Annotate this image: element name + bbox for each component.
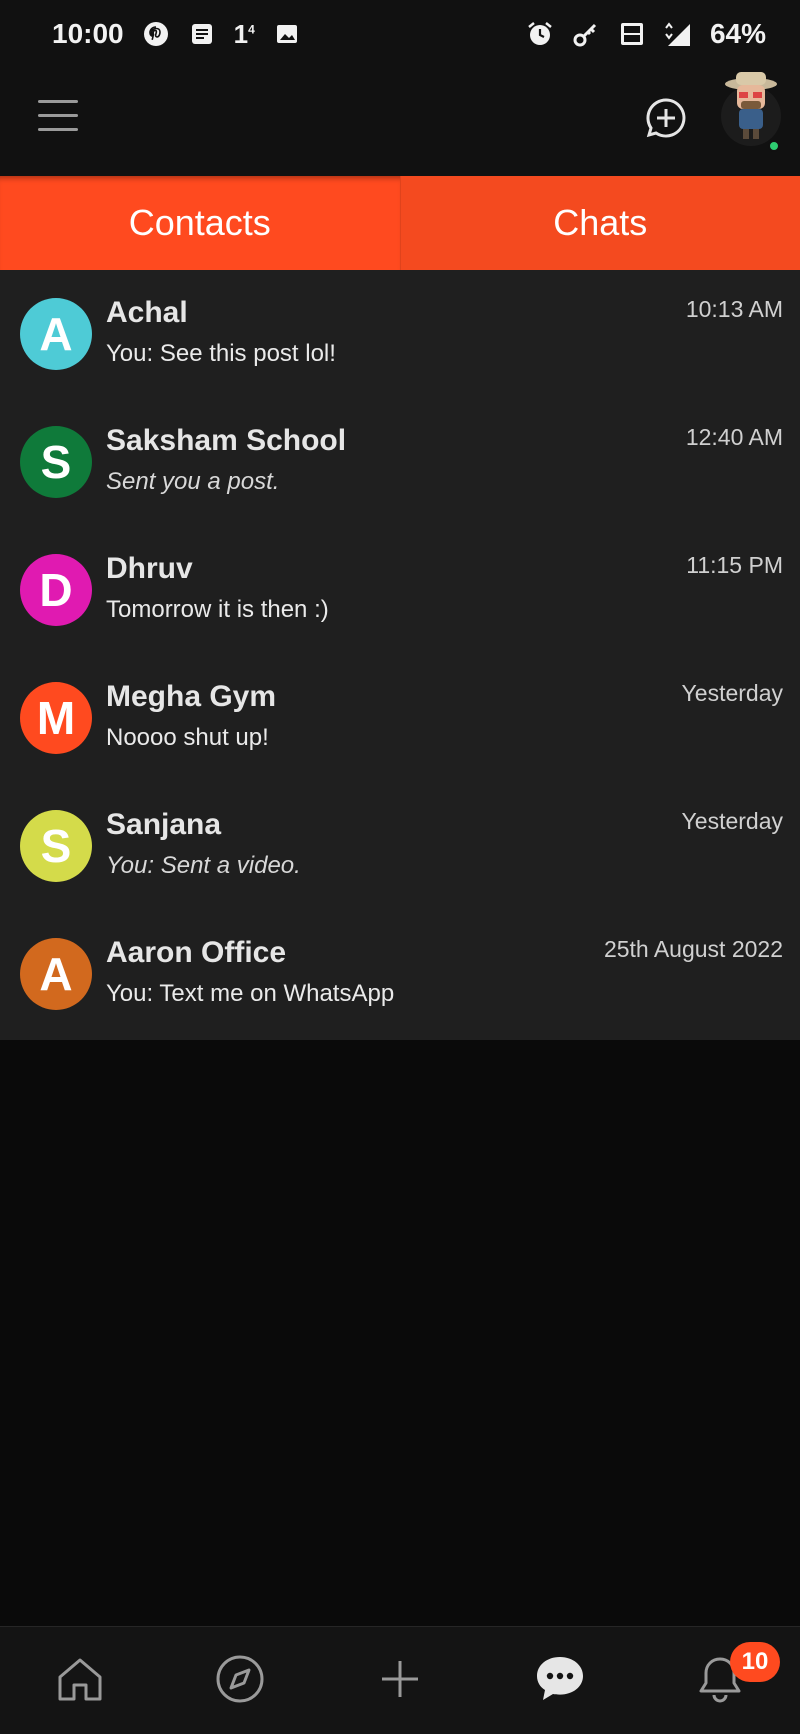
- chat-list: A Achal You: See this post lol! 10:13 AM…: [0, 270, 800, 1040]
- contact-name: Aaron Office: [106, 936, 287, 969]
- contact-name: Saksham School: [106, 424, 347, 457]
- online-status-dot: [768, 140, 780, 152]
- contact-avatar: D: [20, 554, 92, 626]
- plus-icon: [382, 1661, 418, 1697]
- chat-item-aaron-office[interactable]: A Aaron Office You: Text me on WhatsApp …: [0, 910, 800, 1038]
- chat-item-sanjana[interactable]: S Sanjana You: Sent a video. Yesterday: [0, 782, 800, 910]
- chat-item-saksham-school[interactable]: S Saksham School Sent you a post. 12:40 …: [0, 398, 800, 526]
- message-time: 25th August 2022: [603, 936, 783, 962]
- message-preview: Noooo shut up!: [106, 724, 269, 751]
- contact-avatar: A: [20, 938, 92, 1010]
- message-preview: You: See this post lol!: [106, 340, 336, 367]
- status-right: 64%: [526, 18, 766, 50]
- tab-contacts[interactable]: Contacts: [0, 176, 401, 270]
- chat-item-achal[interactable]: A Achal You: See this post lol! 10:13 AM: [0, 270, 800, 398]
- message-time: 12:40 AM: [685, 424, 783, 450]
- message-preview: You: Text me on WhatsApp: [106, 980, 395, 1007]
- message-preview: Sent you a post.: [106, 468, 280, 495]
- nav-explore[interactable]: [208, 1647, 272, 1711]
- tab-chats[interactable]: Chats: [400, 176, 800, 270]
- message-time: 10:13 AM: [685, 296, 783, 322]
- status-bar: 10:00 14 64%: [0, 0, 800, 68]
- notification-badge: 10: [730, 1642, 780, 1682]
- bottom-navigation: [0, 1626, 800, 1734]
- signal-icon: [664, 20, 692, 48]
- nav-home[interactable]: [48, 1647, 112, 1711]
- contact-avatar: A: [20, 298, 92, 370]
- compass-icon: [216, 1655, 264, 1703]
- battery-percentage: 64%: [709, 18, 766, 49]
- note-icon: [188, 20, 216, 48]
- tab-bar: Contacts Chats: [0, 176, 800, 270]
- nav-create[interactable]: [368, 1647, 432, 1711]
- contact-avatar: M: [20, 682, 92, 754]
- image-icon: [273, 20, 301, 48]
- status-time: 10:00: [52, 18, 124, 49]
- message-preview: You: Sent a video.: [106, 852, 301, 879]
- status-indicator-sup: 4: [248, 21, 255, 36]
- status-indicator-main: 1: [233, 18, 249, 49]
- pinterest-icon: [142, 20, 170, 48]
- status-indicator-text: 14: [234, 19, 255, 50]
- key-icon: [572, 20, 600, 48]
- contact-avatar: S: [20, 810, 92, 882]
- chat-item-megha-gym[interactable]: M Megha Gym Noooo shut up! Yesterday: [0, 654, 800, 782]
- plus-chat-bubble-icon: [646, 98, 686, 138]
- message-preview: Tomorrow it is then :): [106, 596, 329, 623]
- contact-name: Dhruv: [106, 552, 193, 585]
- contact-name: Achal: [106, 296, 188, 329]
- contact-name: Sanjana: [106, 808, 222, 841]
- hamburger-menu-icon[interactable]: [38, 100, 78, 136]
- alarm-icon: [526, 20, 554, 48]
- message-time: 11:15 PM: [686, 552, 783, 578]
- chat-icon: [537, 1657, 583, 1700]
- nav-chats[interactable]: [528, 1647, 592, 1711]
- contact-name: Megha Gym: [106, 680, 277, 713]
- new-chat-button[interactable]: [644, 96, 688, 140]
- home-icon: [58, 1658, 102, 1701]
- message-time: Yesterday: [681, 808, 783, 834]
- contact-avatar: S: [20, 426, 92, 498]
- volte-icon: [618, 20, 646, 48]
- message-time: Yesterday: [681, 680, 783, 706]
- app-header: [0, 68, 800, 176]
- status-left: 10:00 14: [52, 18, 301, 50]
- chat-item-dhruv[interactable]: D Dhruv Tomorrow it is then :) 11:15 PM: [0, 526, 800, 654]
